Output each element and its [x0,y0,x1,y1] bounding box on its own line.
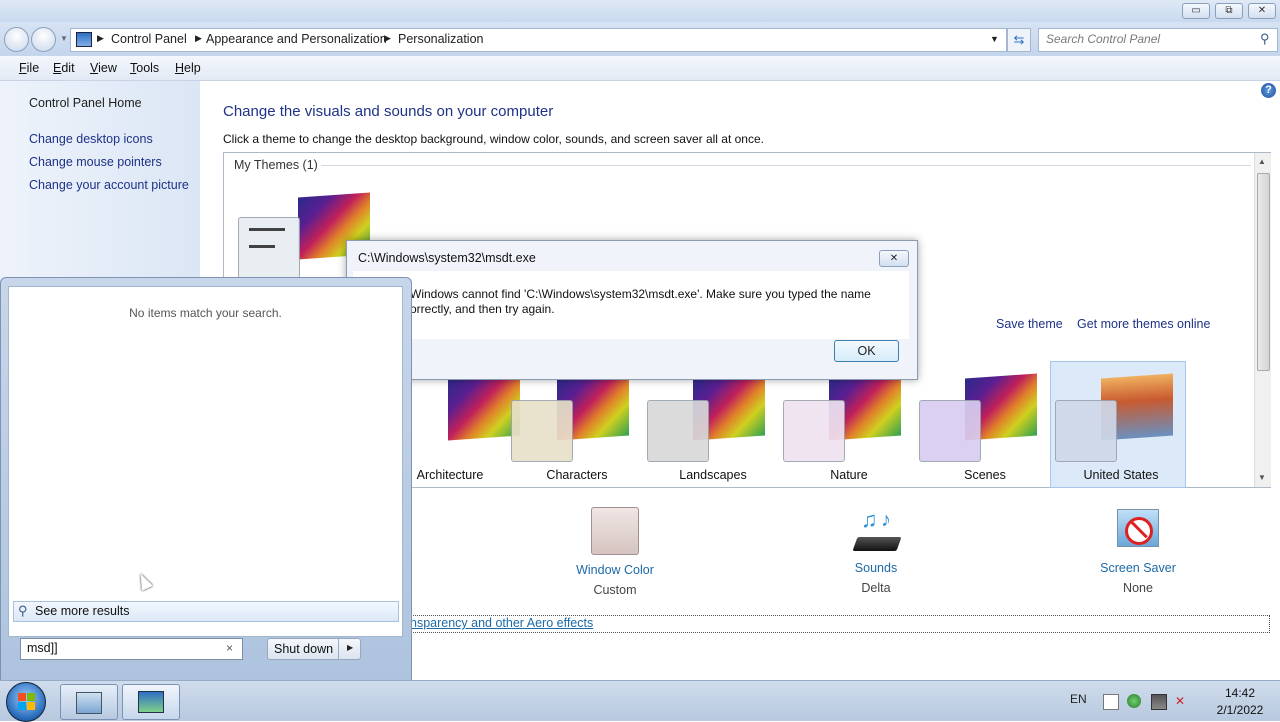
shut-down-divider [338,639,339,659]
menu-edit[interactable]: Edit [53,61,75,75]
menu-help[interactable]: Help [175,61,201,75]
back-button[interactable] [4,27,29,52]
search-icon[interactable]: ⚲ [1260,31,1270,47]
menu-view[interactable]: View [90,61,117,75]
theme-thumbnail[interactable] [1055,368,1187,478]
no-results-message: No items match your search. [129,306,282,320]
group-divider [321,165,1251,166]
explorer-icon [76,692,102,714]
start-search-value: msd]] [27,641,58,655]
dialog-message-line1: Windows cannot find 'C:\Windows\system32… [410,287,871,301]
dialog-body: Windows cannot find 'C:\Windows\system32… [353,271,909,339]
see-more-results-label: See more results [35,604,130,618]
theme-thumbnail[interactable] [919,368,1051,478]
error-dialog: C:\Windows\system32\msdt.exe ✕ Windows c… [346,240,918,380]
help-icon[interactable]: ? [1261,83,1276,98]
page-title: Change the visuals and sounds on your co… [223,103,554,120]
maximize-button[interactable]: ⧉ [1215,3,1243,19]
search-placeholder: Search Control Panel [1046,32,1161,46]
window-color-link[interactable]: Window Color [555,563,675,577]
minimize-button[interactable]: ▭ [1182,3,1210,19]
chevron-right-icon[interactable]: ▶ [195,33,202,44]
control-panel-home-link[interactable]: Control Panel Home [29,96,142,110]
close-button[interactable]: ✕ [1248,3,1276,19]
theme-thumbnail[interactable] [783,368,915,478]
chevron-right-icon[interactable]: ▶ [97,33,104,44]
menu-bar: File Edit View Tools Help [0,56,1280,81]
save-theme-link[interactable]: Save theme [996,317,1063,331]
clear-search-icon[interactable]: × [226,641,233,655]
breadcrumb-control-panel[interactable]: Control Panel [111,32,187,46]
taskbar-explorer-button[interactable] [60,684,118,720]
page-description: Click a theme to change the desktop back… [223,132,764,146]
breadcrumb-personalization[interactable]: Personalization [398,32,483,46]
address-dropdown-icon[interactable]: ▼ [990,34,999,44]
clock-time[interactable]: 14:42 [1210,686,1270,700]
change-account-picture-link[interactable]: Change your account picture [29,178,189,192]
ok-button[interactable]: OK [834,340,899,362]
theme-label[interactable]: Scenes [915,468,1055,482]
chevron-right-icon[interactable]: ▶ [384,33,391,44]
dialog-close-button[interactable]: ✕ [879,250,909,267]
aero-effects-link[interactable]: nsparency and other Aero effects [410,616,593,630]
sounds-link[interactable]: Sounds [816,561,936,575]
sounds-item[interactable]: ♫ ♪ Sounds Delta [816,507,936,595]
action-center-icon[interactable] [1103,694,1119,710]
window-color-item[interactable]: Window Color Custom [555,507,675,597]
recent-pages-icon[interactable]: ▼ [60,34,68,43]
network-icon[interactable] [1151,694,1167,710]
control-panel-icon [138,691,164,713]
theme-label[interactable]: United States [1051,468,1191,482]
window-color-icon [591,507,639,555]
search-icon: ⚲ [18,603,28,618]
change-desktop-icons-link[interactable]: Change desktop icons [29,132,153,146]
start-menu-results: No items match your search. [8,286,403,637]
theme-list-scrollbar[interactable]: ▲ ▼ [1254,153,1271,487]
address-row: ▼ ▶ Control Panel ▶ Appearance and Perso… [0,22,1280,56]
dialog-title: C:\Windows\system32\msdt.exe [358,251,536,265]
theme-label[interactable]: Characters [507,468,647,482]
window-color-value: Custom [593,583,637,597]
shut-down-options-icon[interactable]: ▶ [347,643,353,652]
screen-saver-icon [1115,507,1161,553]
start-search-input[interactable]: msd]] × [20,638,243,660]
control-panel-icon [76,32,92,47]
clock-date[interactable]: 2/1/2022 [1204,703,1276,717]
start-button[interactable] [6,682,46,722]
title-bar: ▭ ⧉ ✕ [0,0,1280,22]
get-more-themes-link[interactable]: Get more themes online [1077,317,1210,331]
forward-button[interactable] [31,27,56,52]
search-control-panel-field[interactable]: Search Control Panel ⚲ [1038,28,1278,52]
theme-thumbnail[interactable] [647,368,779,478]
volume-muted-icon[interactable]: ✕ [1175,694,1189,708]
theme-label[interactable]: Nature [779,468,919,482]
breadcrumb-appearance[interactable]: Appearance and Personalization [206,32,387,46]
screen-saver-value: None [1123,581,1153,595]
my-themes-group-label: My Themes (1) [234,158,318,172]
sounds-value: Delta [861,581,891,595]
refresh-icon[interactable]: ⇆ [1007,28,1031,52]
shut-down-label: Shut down [274,642,334,656]
screen-saver-item[interactable]: Screen Saver None [1078,507,1198,595]
see-more-results-button[interactable]: ⚲ See more results [13,601,399,622]
screen-saver-link[interactable]: Screen Saver [1078,561,1198,575]
theme-label[interactable]: Landscapes [643,468,783,482]
language-indicator[interactable]: EN [1070,692,1087,706]
theme-thumbnail[interactable] [511,368,643,478]
taskbar: EN ✕ 14:42 2/1/2022 [0,680,1280,722]
menu-file[interactable]: File [19,61,39,75]
change-mouse-pointers-link[interactable]: Change mouse pointers [29,155,162,169]
address-bar[interactable]: ▶ Control Panel ▶ Appearance and Persona… [70,28,1007,52]
shut-down-button[interactable]: Shut down ▶ [267,638,361,660]
taskbar-control-panel-button[interactable] [122,684,180,720]
security-icon[interactable] [1127,694,1141,708]
menu-tools[interactable]: Tools [130,61,159,75]
dialog-message-line2: orrectly, and then try again. [410,302,555,316]
sounds-icon: ♫ ♪ [851,507,902,555]
